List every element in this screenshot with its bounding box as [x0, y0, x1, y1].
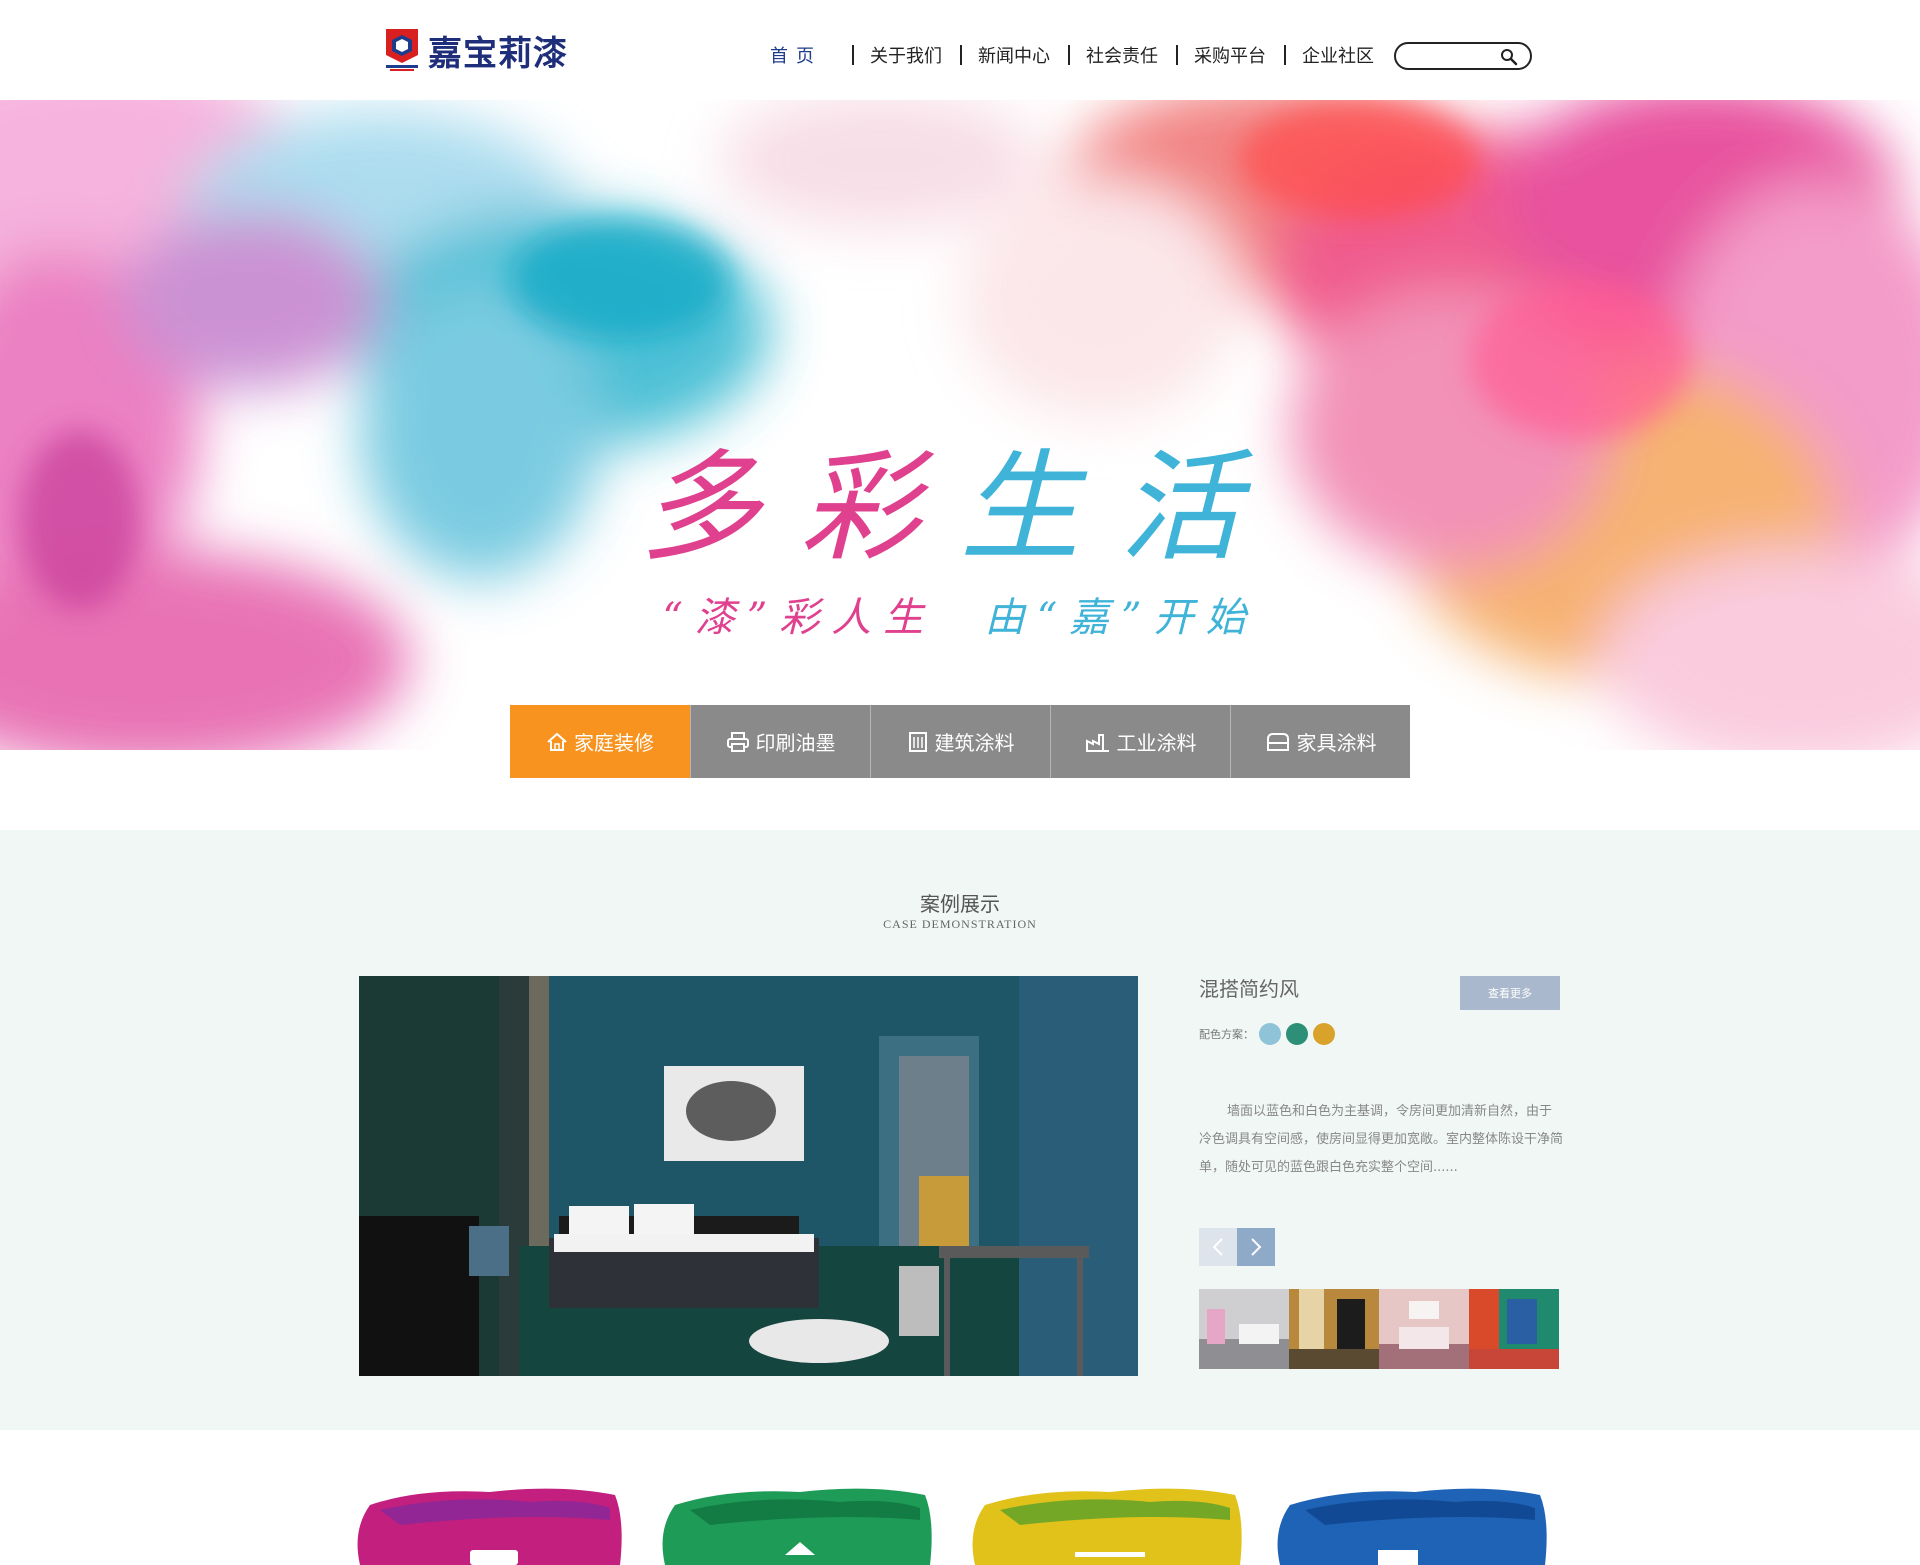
nav-community[interactable]: 企业社区 [1284, 42, 1392, 68]
building-icon [908, 731, 927, 752]
tab-label: 家具涂料 [1296, 731, 1377, 755]
next-button[interactable] [1237, 1228, 1275, 1266]
tab-industrial-coating[interactable]: 工业涂料 [1050, 705, 1230, 778]
search-icon[interactable] [1500, 48, 1518, 66]
tab-label: 印刷油墨 [755, 731, 836, 755]
banner-title: 多彩生活 [0, 410, 1920, 584]
chevron-left-icon [1212, 1238, 1223, 1256]
printer-icon [726, 731, 749, 752]
brush-stroke-yellow[interactable] [972, 1488, 1242, 1565]
tab-home-decoration[interactable]: 家庭装修 [510, 705, 690, 778]
view-more-button[interactable]: 查看更多 [1460, 976, 1560, 1010]
banner-title-part1: 多彩 [640, 439, 960, 578]
case-thumbnail[interactable] [1199, 1289, 1289, 1369]
category-tabs: 家庭装修 印刷油墨 建筑涂料 工业涂料 家具涂料 [510, 705, 1410, 778]
case-thumbnail[interactable] [1469, 1289, 1559, 1369]
case-thumbnail[interactable] [1379, 1289, 1469, 1369]
case-description: 墙面以蓝色和白色为主基调，令房间更加清新自然，由于冷色调具有空间感，使房间显得更… [1199, 1104, 1564, 1175]
logo[interactable]: 嘉宝莉漆 [384, 26, 568, 74]
header: 嘉宝莉漆 首页 关于我们 新闻中心 社会责任 采购平台 企业社区 [0, 0, 1920, 100]
factory-icon [1085, 733, 1109, 752]
logo-text: 嘉宝莉漆 [428, 33, 568, 74]
tab-label: 家庭装修 [574, 731, 654, 755]
prev-button[interactable] [1199, 1228, 1237, 1266]
color-swatch-teal[interactable] [1286, 1023, 1308, 1045]
case-name: 混搭简约风 [1199, 977, 1299, 1001]
banner-title-part2: 生活 [960, 439, 1280, 578]
nav-about-us[interactable]: 关于我们 [852, 42, 960, 68]
case-section: 案例展示 CASE DEMONSTRATION 混搭简约风 查看更多 配色方案：… [0, 830, 1920, 1430]
tab-label: 建筑涂料 [934, 731, 1015, 755]
nav-social-responsibility[interactable]: 社会责任 [1068, 42, 1176, 68]
search-box [1394, 42, 1532, 70]
tab-printing-ink[interactable]: 印刷油墨 [690, 705, 870, 778]
tab-architectural-coating[interactable]: 建筑涂料 [870, 705, 1050, 778]
nav-home[interactable]: 首页 [752, 42, 840, 68]
case-thumbnail[interactable] [1289, 1289, 1379, 1369]
case-main-photo[interactable] [359, 976, 1138, 1376]
nav-procurement[interactable]: 采购平台 [1176, 42, 1284, 68]
banner-subtitle: “漆”彩人生 由“嘉”开始 [0, 585, 1920, 643]
sofa-icon [1266, 732, 1289, 751]
main-nav: 首页 关于我们 新闻中心 社会责任 采购平台 企业社区 [752, 40, 1392, 70]
brush-stroke-green[interactable] [662, 1488, 932, 1565]
tab-label: 工业涂料 [1116, 731, 1197, 755]
tab-furniture-coating[interactable]: 家具涂料 [1230, 705, 1410, 778]
carousel-arrows [1199, 1228, 1275, 1266]
color-scheme: 配色方案： [1199, 1023, 1335, 1045]
banner-subtitle-part2: 由“嘉”开始 [984, 595, 1258, 641]
nav-news-center[interactable]: 新闻中心 [960, 42, 1068, 68]
home-icon [547, 732, 567, 751]
case-thumbnails [1199, 1289, 1559, 1369]
brush-stroke-blue[interactable] [1277, 1488, 1547, 1565]
color-swatch-gold[interactable] [1313, 1023, 1335, 1045]
banner-subtitle-part1: “漆”彩人生 [662, 595, 936, 641]
section-title: 案例展示 [920, 892, 1000, 916]
brush-stroke-magenta[interactable] [357, 1488, 622, 1565]
color-scheme-label: 配色方案： [1199, 1028, 1254, 1041]
carpoly-logo-icon [386, 29, 418, 71]
hero-banner: 多彩生活 “漆”彩人生 由“嘉”开始 [0, 100, 1920, 750]
chevron-right-icon [1251, 1238, 1262, 1256]
service-brush-strokes [357, 1488, 1547, 1565]
search-input[interactable] [1408, 47, 1504, 65]
color-swatch-light-blue[interactable] [1259, 1023, 1281, 1045]
section-subtitle: CASE DEMONSTRATION [883, 917, 1037, 931]
page: 嘉宝莉漆 首页 关于我们 新闻中心 社会责任 采购平台 企业社区 多彩生活 “漆… [0, 0, 1920, 1565]
